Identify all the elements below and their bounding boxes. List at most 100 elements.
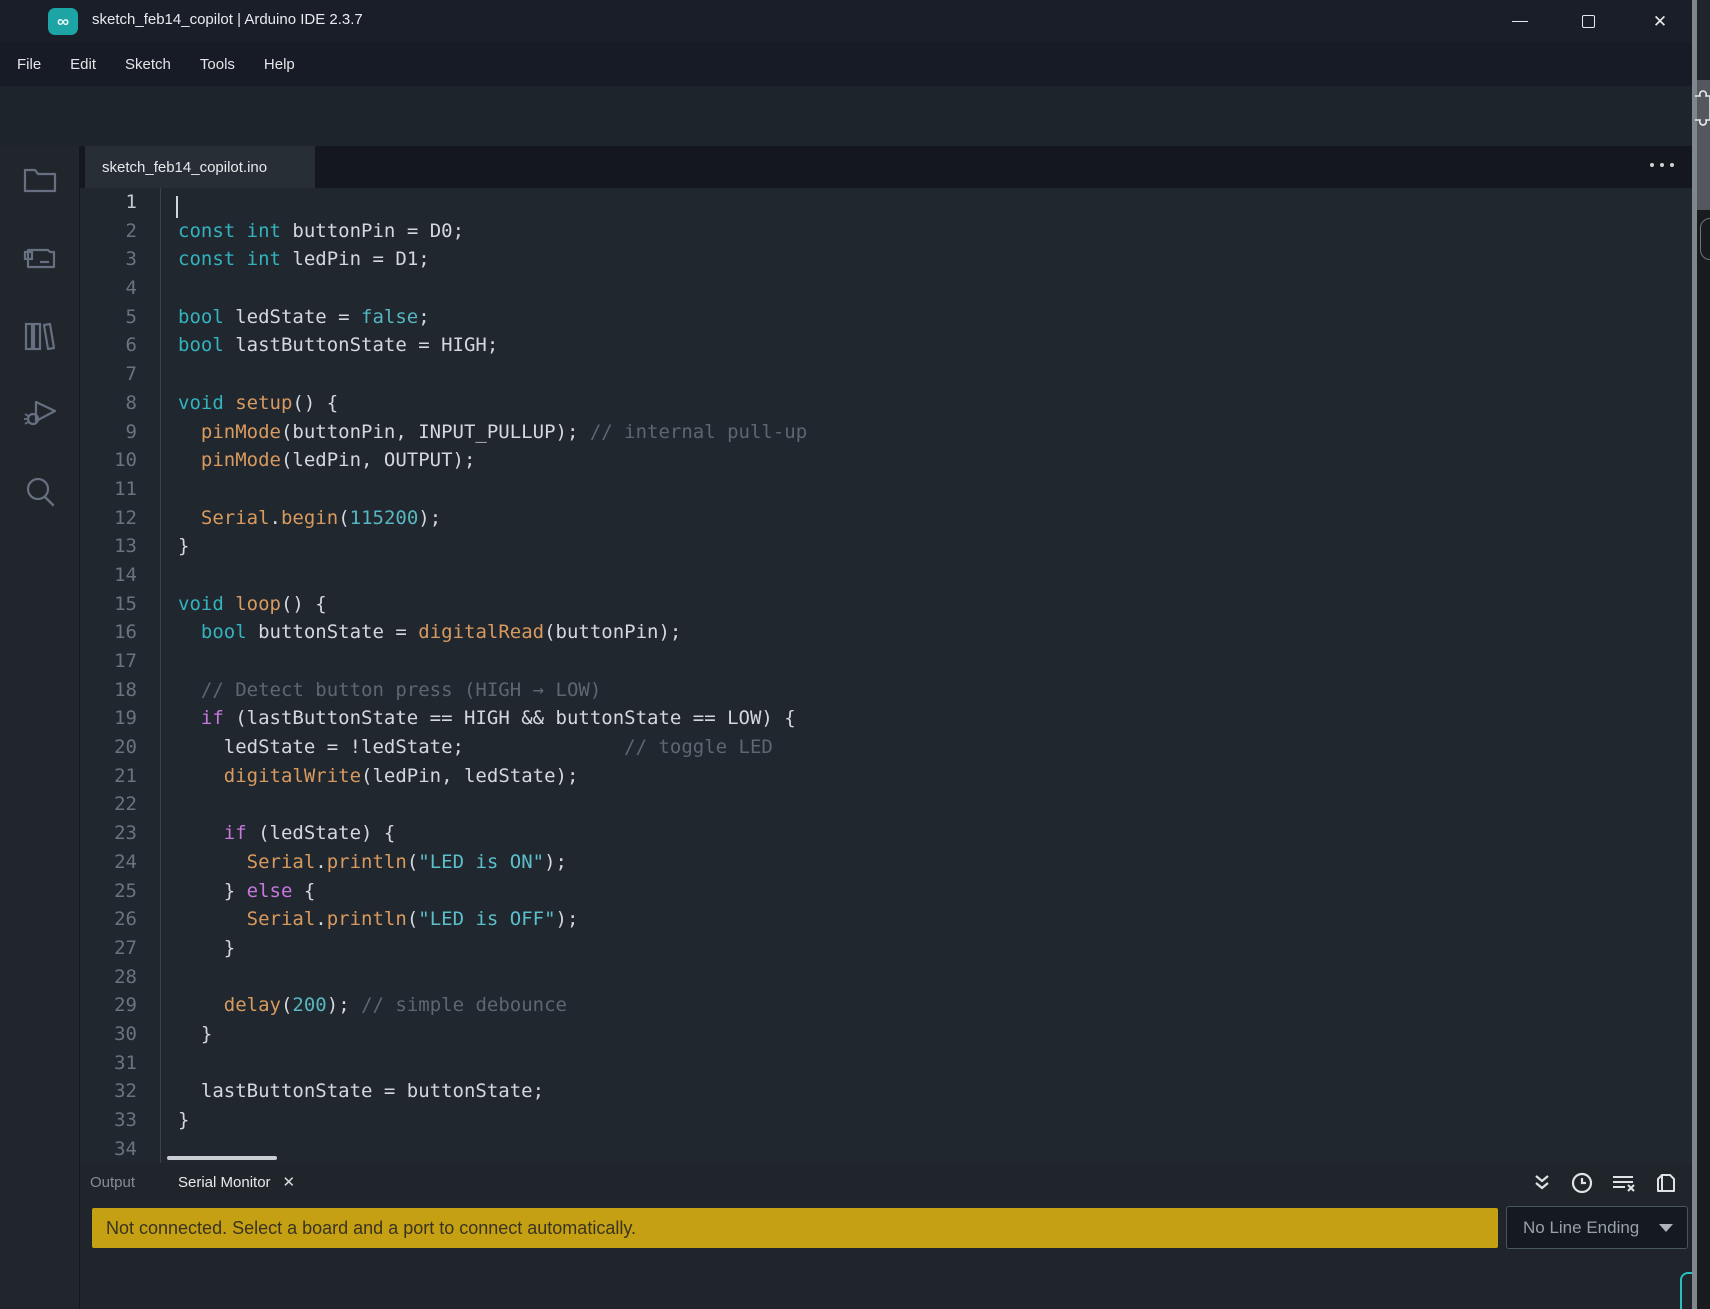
line-number: 13 (114, 535, 137, 558)
line-number: 5 (125, 305, 137, 328)
sidebar-debug-button[interactable] (20, 394, 60, 434)
code-line: 10 pinMode(ledPin, OUTPUT); (80, 446, 1696, 475)
line-number: 18 (114, 678, 137, 701)
menu-help[interactable]: Help (259, 53, 300, 76)
token-str: "LED is OFF" (418, 908, 556, 931)
code-text: Serial.println("LED is OFF"); (160, 905, 578, 934)
line-number: 25 (114, 879, 137, 902)
tab-label: sketch_feb14_copilot.ino (102, 158, 268, 176)
menu-sketch[interactable]: Sketch (120, 53, 176, 76)
code-text: bool buttonState = digitalRead(buttonPin… (160, 618, 681, 647)
debug-icon (24, 400, 57, 426)
gutter-gap (137, 245, 160, 274)
code-line: 18 // Detect button press (HIGH → LOW) (80, 675, 1696, 705)
gutter-gap (137, 1077, 160, 1106)
token-ctrl: else (246, 879, 293, 902)
code-text: // Detect button press (HIGH → LOW) (160, 675, 601, 705)
code-text: } (160, 1106, 189, 1135)
sidebar-library-manager-button[interactable] (20, 316, 60, 356)
token-pln (178, 908, 247, 930)
gutter-gap (137, 274, 160, 303)
token-kw: void (178, 592, 224, 615)
copy-output-icon[interactable] (1654, 1171, 1678, 1195)
clear-output-icon[interactable] (1611, 1172, 1637, 1194)
code-text: if (ledState) { (160, 819, 395, 848)
sidebar-search-button[interactable] (20, 472, 60, 512)
sidebar-boards-manager-button[interactable] (20, 238, 60, 278)
token-str: "LED is ON" (418, 850, 545, 873)
token-pln (178, 765, 224, 787)
code-line: 11 (80, 474, 1696, 504)
code-line: 1 (80, 188, 1696, 217)
code-text: pinMode(buttonPin, INPUT_PULLUP); // int… (160, 417, 808, 447)
token-cmt: // internal pull-up (589, 420, 808, 443)
token-pln: } (178, 936, 236, 959)
token-pln (178, 449, 201, 471)
serial-monitor-tab-label: Serial Monitor (178, 1173, 271, 1191)
code-text: } (160, 532, 189, 561)
timestamp-clock-icon[interactable] (1570, 1171, 1594, 1195)
minimize-button[interactable] (1497, 0, 1543, 42)
gutter-gap (137, 618, 160, 647)
token-pln: () { (292, 391, 339, 414)
token-pln: buttonPin = D0; (280, 219, 465, 242)
editor-more-actions-button[interactable] (1650, 163, 1674, 167)
panel-action-icons (1531, 1171, 1678, 1195)
code-text: Serial.begin(115200); (160, 503, 441, 533)
token-pln: ); (326, 994, 362, 1017)
code-text: ledState = !ledState; // toggle LED (160, 733, 773, 762)
line-ending-select[interactable]: No Line Ending (1506, 1206, 1688, 1249)
token-pln: ); (544, 850, 567, 873)
bottom-panel: Output Serial Monitor ✕ Not connected. S… (80, 1163, 1696, 1309)
code-line: 22 (80, 790, 1696, 820)
folder-icon (23, 168, 57, 193)
code-line: 29 delay(200); // simple debounce (80, 991, 1696, 1020)
code-line: 14 (80, 560, 1696, 590)
menu-tools[interactable]: Tools (195, 53, 240, 76)
maximize-button[interactable] (1565, 0, 1611, 42)
gutter-gap (137, 676, 160, 705)
code-line: 24 Serial.println("LED is ON"); (80, 847, 1696, 877)
menu-edit[interactable]: Edit (65, 53, 101, 76)
horizontal-scrollbar[interactable] (167, 1156, 277, 1160)
token-pln (224, 593, 235, 615)
token-pln: } (178, 535, 190, 558)
line-number: 32 (114, 1080, 137, 1103)
token-pln: ; (418, 305, 430, 328)
token-fn: begin (280, 506, 339, 529)
token-num: 115200 (349, 506, 419, 529)
close-icon[interactable]: ✕ (283, 1173, 296, 1191)
close-button[interactable]: ✕ (1637, 0, 1683, 42)
line-number: 1 (125, 191, 137, 213)
gutter-gap (137, 991, 160, 1020)
gutter-gap (137, 532, 160, 561)
line-number: 15 (114, 592, 137, 615)
token-kw: const (178, 248, 236, 271)
gutter-gap (137, 188, 160, 217)
search-icon (26, 477, 55, 507)
tab-output[interactable]: Output (90, 1174, 135, 1191)
token-fn: pinMode (200, 420, 281, 443)
line-number: 20 (114, 736, 137, 759)
line-number: 30 (114, 1022, 137, 1045)
gutter-gap (137, 647, 160, 676)
gutter-gap (137, 504, 160, 533)
sidebar-sketchbook-button[interactable] (20, 160, 60, 200)
token-kw: bool (178, 334, 224, 357)
code-line: 30 } (80, 1019, 1696, 1049)
background-window-sliver (1697, 0, 1710, 80)
code-line: 4 (80, 274, 1696, 303)
gutter-gap (137, 762, 160, 791)
code-editor[interactable]: 1 2 const int buttonPin = D0; 3 const int le… (80, 188, 1696, 1163)
token-pln: () { (280, 592, 327, 615)
menu-file[interactable]: File (12, 53, 46, 76)
token-fn: println (326, 850, 407, 873)
token-pln: lastButtonState = buttonState; (178, 1080, 545, 1103)
line-number: 29 (114, 994, 137, 1017)
collapse-double-chevron-icon[interactable] (1531, 1172, 1553, 1194)
tab-serial-monitor[interactable]: Serial Monitor ✕ (178, 1173, 296, 1192)
token-pln (235, 220, 246, 242)
gutter-gap (137, 418, 160, 447)
gutter-gap (137, 217, 160, 246)
tab-sketch-ino[interactable]: sketch_feb14_copilot.ino (85, 146, 315, 188)
